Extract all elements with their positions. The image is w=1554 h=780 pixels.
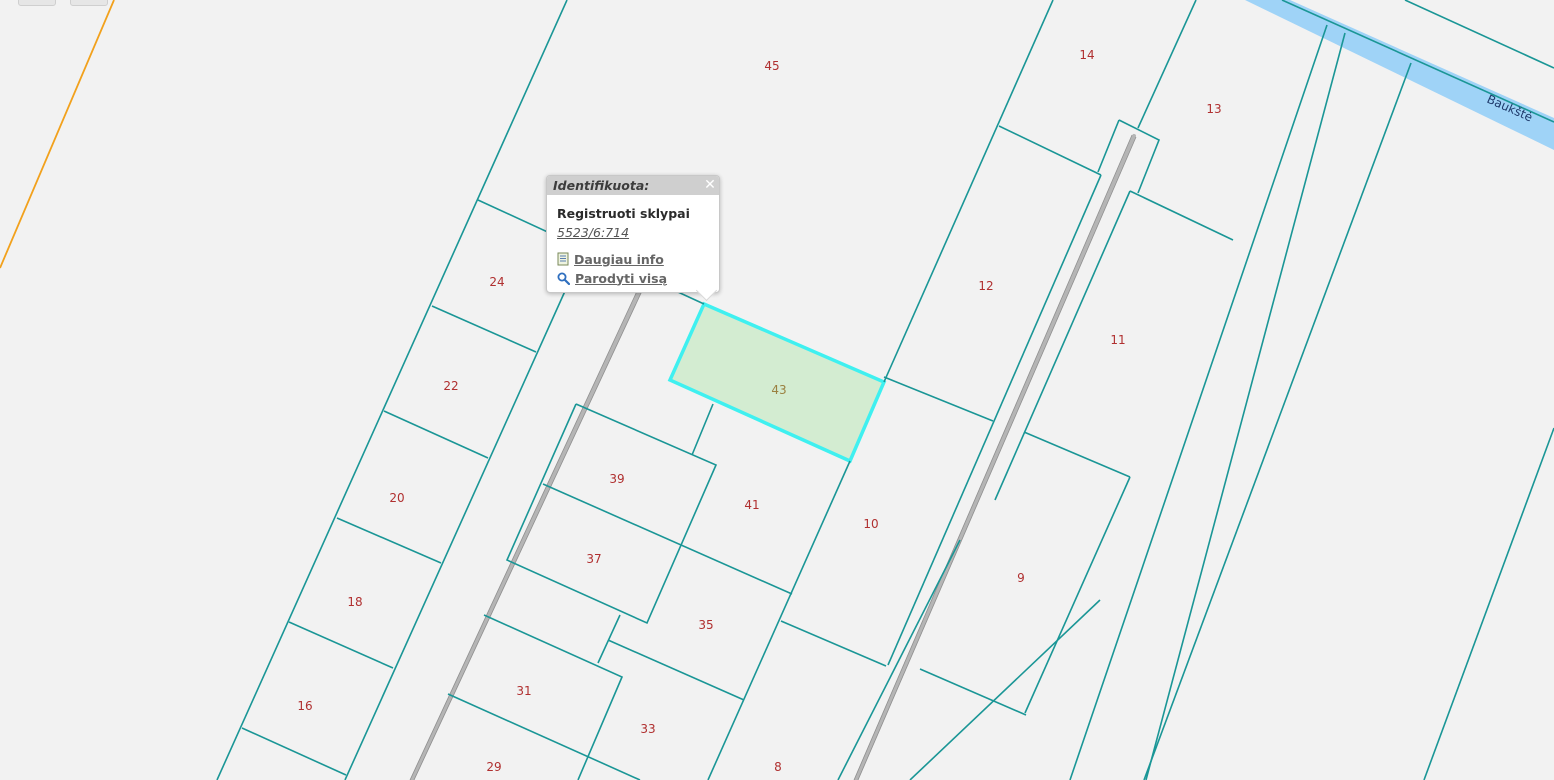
more-info-label: Daugiau info [574,251,664,267]
plot-number[interactable]: 33 [640,722,655,736]
parcel-id-link[interactable]: 5523/6:714 [557,225,629,240]
close-icon[interactable]: ✕ [703,177,717,193]
plot-number[interactable]: 11 [1110,333,1125,347]
identify-popup: Identifikuota: ✕ Registruoti sklypai 552… [546,175,720,302]
plot-number[interactable]: 13 [1206,102,1221,116]
plot-number[interactable]: 39 [609,472,624,486]
plot-number[interactable]: 18 [347,595,362,609]
plot-number[interactable]: 10 [863,517,878,531]
plot-number[interactable]: 22 [443,379,458,393]
popup-title: Identifikuota: [553,178,650,193]
show-all-label: Parodyti visą [575,270,668,286]
plot-number[interactable]: 45 [764,59,779,73]
magnifier-icon [557,272,570,285]
plot-number[interactable]: 37 [586,552,601,566]
popup-header: Identifikuota: ✕ [547,176,719,195]
plot-number[interactable]: 29 [486,760,501,774]
plot-number[interactable]: 16 [297,699,312,713]
river-bank [1404,0,1554,69]
plot-number[interactable]: 9 [1017,571,1025,585]
plot-number[interactable]: 8 [774,760,782,774]
layer-name: Registruoti sklypai [557,206,690,221]
show-all-link[interactable]: Parodyti visą [557,270,667,286]
plot-number[interactable]: 14 [1079,48,1094,62]
plot-number[interactable]: 43 [771,383,786,397]
parcel-boundaries [216,0,1554,780]
district-boundary [0,0,115,269]
plot-number[interactable]: 12 [978,279,993,293]
plot-number[interactable]: 31 [516,684,531,698]
plot-number[interactable]: 35 [698,618,713,632]
more-info-link[interactable]: Daugiau info [557,251,664,267]
plot-number[interactable]: 24 [489,275,504,289]
document-icon [557,252,569,266]
plot-number[interactable]: 20 [389,491,404,505]
map-canvas[interactable]: Baukštė 45 14 13 24 12 22 11 43 20 39 41… [0,0,1554,780]
plot-number[interactable]: 41 [744,498,759,512]
